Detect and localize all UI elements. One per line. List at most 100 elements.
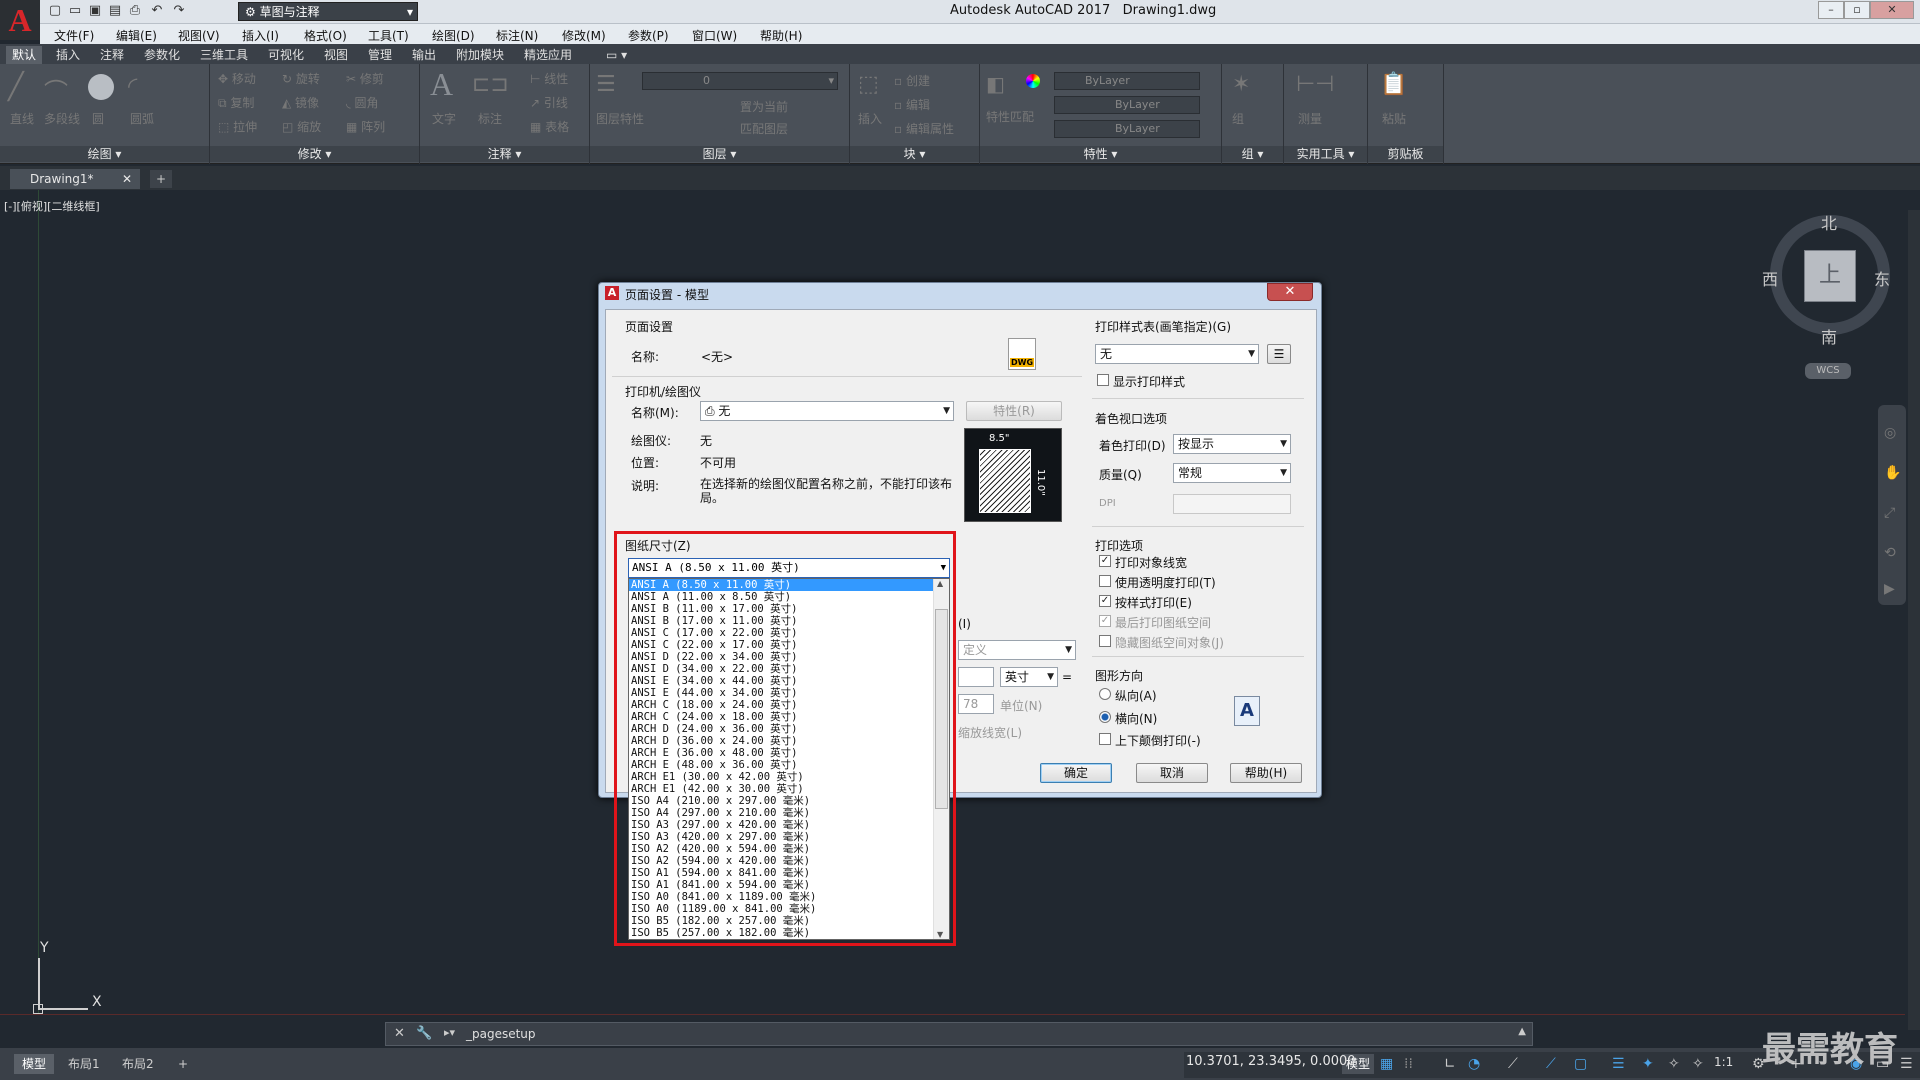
quality-select[interactable]: 常规 ▼ (1173, 463, 1291, 483)
layer-dropdown[interactable]: 0 ▾ (642, 72, 838, 90)
layout-tab-layout2[interactable]: 布局2 (114, 1054, 162, 1074)
annotation-scale-value[interactable]: 1:1 (1714, 1055, 1733, 1069)
text-icon[interactable]: A (430, 66, 453, 103)
orbit-icon[interactable]: ⟲ (1884, 545, 1896, 561)
ribbon-group-label-groups[interactable]: 组 ▾ (1222, 146, 1283, 162)
menu-parametric[interactable]: 参数(P) (628, 27, 669, 44)
ribbon-tab-visualize[interactable]: 可视化 (262, 46, 310, 64)
lineweight-icon[interactable]: ☰ (1612, 1056, 1625, 1072)
layer-properties-icon[interactable]: ☰ (596, 72, 616, 97)
ribbon-group-label-properties[interactable]: 特性 ▾ (980, 146, 1221, 162)
cancel-button[interactable]: 取消 (1136, 763, 1208, 783)
menu-edit[interactable]: 编辑(E) (116, 27, 157, 44)
dpi-field[interactable] (1173, 494, 1291, 514)
customize-menu-icon[interactable]: ☰ (1900, 1056, 1913, 1072)
app-logo[interactable]: A (0, 0, 40, 40)
modify-trim[interactable]: ✂ 修剪 (346, 70, 384, 87)
coordinates-display[interactable]: 10.3701, 23.3495, 0.0000 (1186, 1054, 1356, 1069)
modify-copy[interactable]: ⧉ 复制 (218, 94, 254, 111)
ribbon-group-label-layers[interactable]: 图层 ▾ (590, 146, 849, 162)
menu-tools[interactable]: 工具(T) (368, 27, 409, 44)
close-icon[interactable]: ✕ (394, 1026, 405, 1041)
command-input[interactable]: _pagesetup (466, 1027, 536, 1041)
osnap-icon[interactable]: ▢ (1574, 1056, 1587, 1072)
modify-scale[interactable]: ◰ 缩放 (282, 118, 321, 135)
viewport-controls[interactable]: [-][俯视][二维线框] (4, 198, 100, 214)
plot-option-checkbox[interactable]: ✓ (1099, 615, 1111, 627)
menu-modify[interactable]: 修改(M) (562, 27, 606, 44)
pan-icon[interactable]: ✋ (1884, 465, 1901, 481)
menu-window[interactable]: 窗口(W) (692, 27, 737, 44)
ribbon-tab-insert[interactable]: 插入 (50, 46, 86, 64)
layer-set-current[interactable]: 置为当前 (740, 98, 788, 115)
new-tab-button[interactable]: + (150, 170, 172, 188)
modify-mirror[interactable]: ◭ 镜像 (282, 94, 319, 111)
plot-option-checkbox[interactable]: ✓ (1099, 595, 1111, 607)
match-properties-icon[interactable]: ◧ (986, 72, 1005, 96)
ribbon-tab-featured-apps[interactable]: 精选应用 (518, 46, 578, 64)
modify-move[interactable]: ✥ 移动 (218, 70, 256, 87)
layout-tab-layout1[interactable]: 布局1 (60, 1054, 108, 1074)
ribbon-tab-view[interactable]: 视图 (318, 46, 354, 64)
ribbon-group-label-annotation[interactable]: 注释 ▾ (420, 146, 589, 162)
undo-icon[interactable]: ↶ (148, 3, 166, 19)
paste-icon[interactable]: 📋 (1380, 72, 1407, 97)
compass-west[interactable]: 西 (1762, 266, 1778, 290)
menu-draw[interactable]: 绘图(D) (432, 27, 475, 44)
window-close-button[interactable]: ✕ (1870, 1, 1914, 19)
ribbon-group-label-block[interactable]: 块 ▾ (850, 146, 979, 162)
layout-add-button[interactable]: + (170, 1054, 196, 1074)
new-file-icon[interactable]: ▢ (46, 3, 64, 19)
modify-rotate[interactable]: ↻ 旋转 (282, 70, 320, 87)
landscape-radio[interactable] (1099, 711, 1111, 723)
scale-lineweights[interactable]: 缩放线宽(L) (958, 724, 1022, 741)
viewcube[interactable]: 上 (1804, 250, 1856, 302)
portrait-radio[interactable] (1099, 688, 1111, 700)
ribbon-tab-manage[interactable]: 管理 (362, 46, 398, 64)
measure-icon[interactable]: ⊢⊣ (1296, 72, 1334, 97)
compass-east[interactable]: 东 (1874, 266, 1890, 290)
menu-format[interactable]: 格式(O) (304, 27, 347, 44)
isodraft-icon[interactable]: ⟋ (1508, 1056, 1518, 1072)
ribbon-group-label-utilities[interactable]: 实用工具 ▾ (1284, 146, 1367, 162)
compass-south[interactable]: 南 (1821, 324, 1837, 348)
printer-properties-button[interactable]: 特性(R) (966, 401, 1062, 421)
block-create[interactable]: ▫ 创建 (894, 72, 930, 89)
shade-plot-select[interactable]: 按显示 ▼ (1173, 434, 1291, 454)
ribbon-minimize-icon[interactable]: ▭ ▾ (600, 46, 633, 64)
ribbon-tab-3d-tools[interactable]: 三维工具 (194, 46, 254, 64)
ribbon-group-label-clipboard[interactable]: 剪贴板 (1368, 146, 1443, 162)
layout-tab-model[interactable]: 模型 (14, 1054, 55, 1074)
layer-match[interactable]: 匹配图层 (740, 120, 788, 137)
vertical-scrollbar[interactable] (1908, 210, 1920, 1030)
command-history-icon[interactable]: ▲ (1518, 1026, 1526, 1037)
wrench-icon[interactable]: 🔧 (416, 1026, 432, 1041)
plot-option-checkbox[interactable] (1099, 635, 1111, 647)
print-icon[interactable]: ⎙ (126, 3, 144, 19)
block-edit[interactable]: ▫ 编辑 (894, 96, 930, 113)
menu-view[interactable]: 视图(V) (178, 27, 220, 44)
redo-icon[interactable]: ↷ (170, 3, 188, 19)
dialog-close-button[interactable]: ✕ (1267, 283, 1313, 301)
steering-wheel-icon[interactable]: ◎ (1884, 425, 1896, 441)
help-button[interactable]: 帮助(H) (1230, 763, 1302, 783)
ribbon-tab-default[interactable]: 默认 (6, 46, 43, 64)
printer-name-select[interactable]: ⎙ 无 ▼ (700, 401, 954, 421)
close-icon[interactable]: ✕ (122, 169, 132, 189)
ok-button[interactable]: 确定 (1040, 763, 1112, 783)
ortho-icon[interactable]: ∟ (1444, 1056, 1456, 1072)
grid-icon[interactable]: ▦ (1380, 1056, 1393, 1072)
arc-icon[interactable]: ◜ (128, 72, 137, 100)
polar-icon[interactable]: ◔ (1468, 1056, 1480, 1072)
autoscale-icon[interactable]: ✧ (1668, 1056, 1680, 1072)
ribbon-tab-annotate[interactable]: 注释 (94, 46, 130, 64)
group-icon[interactable]: ✶ (1232, 72, 1250, 97)
table[interactable]: ▦ 表格 (530, 118, 569, 135)
circle-icon[interactable] (88, 74, 114, 100)
zoom-icon[interactable]: ⤢ (1884, 505, 1895, 521)
polyline-icon[interactable]: ⌒ (44, 72, 68, 107)
scale-unit-select[interactable]: 英寸 ▼ (1000, 667, 1058, 687)
snap-icon[interactable]: ⁞⁞ (1404, 1056, 1413, 1072)
modify-array[interactable]: ▦ 阵列 (346, 118, 385, 135)
annotation-visibility-icon[interactable]: ✦ (1642, 1056, 1654, 1072)
